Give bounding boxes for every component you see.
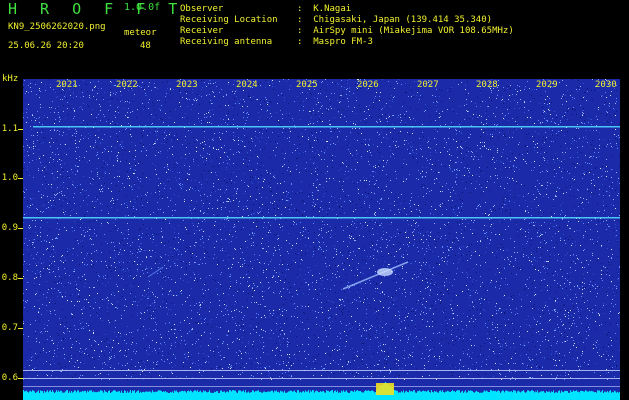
y-tick-label: 0.6 (1, 373, 18, 383)
x-tick-label: 2022 (116, 80, 138, 90)
y-tick-label: 0.8 (1, 273, 18, 283)
noise-speckle (23, 79, 620, 380)
location-label: Receiving Location (180, 15, 278, 25)
receiver-label: Receiver (180, 26, 224, 36)
location-value: : Chigasaki, Japan (139.414 35.340) (297, 15, 493, 25)
x-tick-label: 2028 (476, 80, 498, 90)
carrier-line (23, 217, 620, 219)
spectrogram-canvas (23, 79, 620, 400)
receiver-value: : AirSpy mini (Miakejima VOR 108.65MHz) (297, 26, 514, 36)
y-tick-label: 0.9 (1, 223, 18, 233)
reference-line (23, 386, 620, 387)
antenna-value: : Maspro FM-3 (297, 37, 373, 47)
header-panel: H R O F F T 1.0.0f KN9_2506262020.png me… (0, 0, 629, 75)
x-tick-label: 2030 (595, 80, 617, 90)
noise-floor-trace (23, 382, 620, 400)
x-tick-label: 2021 (56, 80, 78, 90)
signal-peak (376, 383, 394, 395)
y-tick-label: 0.7 (1, 323, 18, 333)
y-axis-unit: kHz (2, 74, 19, 84)
x-tick-label: 2026 (357, 80, 379, 90)
carrier-line (33, 126, 620, 128)
count-label: 48 (140, 41, 151, 51)
x-tick-label: 2029 (536, 80, 558, 90)
x-tick-label: 2025 (296, 80, 318, 90)
version-label: 1.0.0f (124, 2, 161, 13)
datetime-label: 25.06.26 20:20 (8, 41, 84, 51)
x-tick-label: 2027 (417, 80, 439, 90)
filename-label: KN9_2506262020.png (8, 22, 106, 32)
reference-line (23, 378, 620, 379)
y-tick-label: 1.1 (1, 124, 18, 134)
reference-line (23, 370, 620, 371)
observer-label: Observer (180, 4, 224, 14)
meteor-echo-head (377, 268, 393, 276)
spectrogram-plot (23, 79, 620, 400)
observer-value: : K.Nagai (297, 4, 352, 14)
mode-label: meteor (124, 28, 157, 38)
x-tick-label: 2023 (176, 80, 198, 90)
x-tick-label: 2024 (236, 80, 258, 90)
meteor-echo-trail (342, 261, 409, 290)
antenna-label: Receiving antenna (180, 37, 273, 47)
y-tick-label: 1.0 (1, 173, 18, 183)
